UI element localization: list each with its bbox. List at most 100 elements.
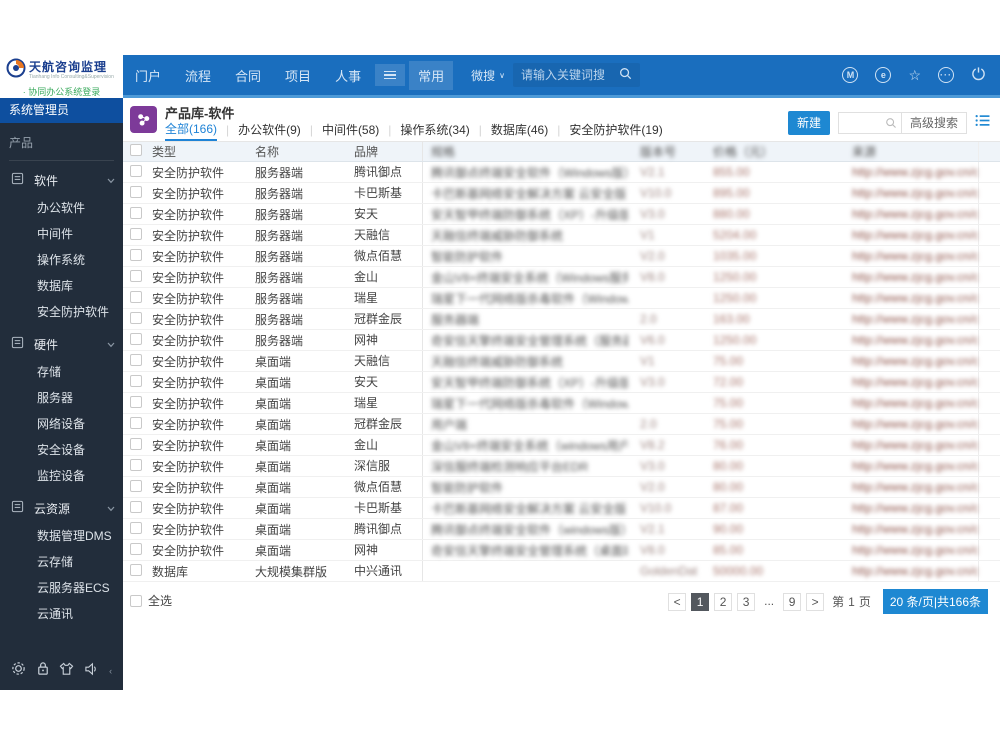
table-row[interactable]: 安全防护软件 服务器端 冠群金辰 服务器端 2.0 163.00 http://www.zj…: [123, 309, 1000, 330]
tab-全部(166)[interactable]: 全部(166): [165, 120, 218, 141]
page-size-summary[interactable]: 20 条/页|共166条: [882, 589, 988, 614]
table-row[interactable]: 安全防护软件 服务器端 腾讯御点 腾讯御点终端安全软件（Windows版） V2.1 85…: [123, 162, 1000, 183]
login-link[interactable]: · 协同办公系统登录: [0, 85, 123, 98]
table-row[interactable]: 安全防护软件 桌面端 安天 安天智甲终端防御系统（XP）-升级版 V3.0 72.00 ht…: [123, 372, 1000, 393]
row-checkbox[interactable]: [130, 374, 142, 387]
global-search[interactable]: [512, 63, 640, 87]
table-row[interactable]: 安全防护软件 服务器端 卡巴斯基卡巴斯基网络安全解决方案 云安全版（中国 V10.0 8…: [123, 183, 1000, 204]
cell-source[interactable]: http://www.zjcg.gov.cn/cjgg/: [848, 333, 978, 347]
table-row[interactable]: 数据库 大规模集群版 中兴通讯 GoldenData s... 50000.00 http…: [123, 561, 1000, 582]
row-checkbox[interactable]: [130, 332, 142, 345]
row-checkbox[interactable]: [130, 227, 142, 240]
column-header-规格[interactable]: 规格: [423, 143, 628, 160]
row-checkbox[interactable]: [130, 458, 142, 471]
sidebar-group-云资源[interactable]: 云资源: [0, 493, 123, 523]
column-header-来源[interactable]: 来源: [848, 143, 978, 160]
row-checkbox[interactable]: [130, 206, 142, 219]
table-row[interactable]: 安全防护软件 桌面端 金山金山V8+终端安全系统（windows用户版） V8.2 76…: [123, 435, 1000, 456]
row-checkbox[interactable]: [130, 500, 142, 513]
favorite-star-icon[interactable]: ☆: [908, 68, 921, 82]
column-header-类型[interactable]: 类型: [148, 143, 251, 160]
new-button[interactable]: 新建: [787, 111, 830, 135]
cell-source[interactable]: http://www.zjcg.gov.cn/cjgg/: [848, 417, 978, 431]
cell-source[interactable]: http://www.zjcg.gov.cn/cjgg/: [848, 312, 978, 326]
table-row[interactable]: 安全防护软件 桌面端 微点佰慧 智能防护软件 V2.0 80.00 http://www.z…: [123, 477, 1000, 498]
pagination-page-1[interactable]: 1: [691, 592, 710, 611]
table-row[interactable]: 安全防护软件 桌面端 瑞星瑞星下一代网络版杀毒软件（Windows桌面版） 75.00…: [123, 393, 1000, 414]
message-icon[interactable]: e: [875, 67, 892, 83]
table-row[interactable]: 安全防护软件 桌面端 网神 奇安信天擎终端安全管理系统（桌面端） V8.0 85.00 ht…: [123, 540, 1000, 561]
page-jump[interactable]: 第 1 页: [832, 593, 871, 610]
wesearch-dropdown[interactable]: 微搜 ∨: [471, 67, 505, 84]
lock-icon[interactable]: [36, 661, 50, 681]
cell-source[interactable]: http://www.zjcg.gov.cn/cjgg/: [848, 228, 978, 242]
sidebar-item-数据管理DMS[interactable]: 数据管理DMS: [0, 523, 123, 549]
cell-source[interactable]: http://www.zjcg.gov.cn/cjgg/: [848, 165, 978, 179]
sidebar-item-安全设备[interactable]: 安全设备: [0, 437, 123, 463]
column-header-价格（元）[interactable]: 价格（元）: [698, 143, 848, 160]
table-search-input[interactable]: [838, 113, 881, 133]
header-checkbox[interactable]: [130, 144, 142, 156]
power-icon[interactable]: [971, 66, 986, 84]
nav-item-active[interactable]: 常用: [409, 60, 454, 90]
cell-source[interactable]: http://www.zjcg.gov.cn/cjgg/: [848, 207, 978, 221]
advanced-search-button[interactable]: 高级搜索: [900, 113, 966, 133]
nav-menu-button[interactable]: [375, 63, 406, 87]
cell-source[interactable]: http://www.zjcg.gov.cn/cjgg/: [848, 375, 978, 389]
cell-source[interactable]: http://www.zjcg.gov.cn/cjgg/: [848, 186, 978, 200]
sidebar-item-网络设备[interactable]: 网络设备: [0, 411, 123, 437]
sidebar-group-硬件[interactable]: 硬件: [0, 329, 123, 359]
search-icon[interactable]: [619, 67, 632, 83]
row-checkbox[interactable]: [130, 563, 142, 576]
pagination-page-3[interactable]: 3: [737, 592, 756, 611]
row-checkbox[interactable]: [130, 479, 142, 492]
page-jump-value[interactable]: 1: [848, 595, 855, 609]
column-header-名称[interactable]: 名称: [251, 143, 350, 160]
cell-source[interactable]: http://www.zjcg.gov.cn/cjgg/: [848, 543, 978, 557]
sidebar-item-云服务器ECS[interactable]: 云服务器ECS: [0, 575, 123, 601]
row-checkbox[interactable]: [130, 311, 142, 324]
row-checkbox[interactable]: [130, 437, 142, 450]
pagination-prev-button[interactable]: <: [668, 592, 687, 611]
row-checkbox[interactable]: [130, 290, 142, 303]
cell-source[interactable]: http://www.zjcg.gov.cn/cjgg/: [848, 354, 978, 368]
row-checkbox[interactable]: [130, 395, 142, 408]
row-checkbox[interactable]: [130, 164, 142, 177]
nav-item-人事[interactable]: 人事: [335, 69, 361, 84]
table-row[interactable]: 安全防护软件 桌面端 天融信 天融信终端威胁防御系统 V1 75.00 http://www…: [123, 351, 1000, 372]
cell-source[interactable]: http://www.zjcg.gov.cn/cjgg/: [848, 438, 978, 452]
row-checkbox[interactable]: [130, 353, 142, 366]
sidebar-item-操作系统[interactable]: 操作系统: [0, 247, 123, 273]
cell-source[interactable]: http://www.zjcg.gov.cn/cjgg/: [848, 480, 978, 494]
row-checkbox[interactable]: [130, 269, 142, 282]
pagination-page-9[interactable]: 9: [783, 592, 802, 611]
pagination-page-2[interactable]: 2: [714, 592, 733, 611]
table-row[interactable]: 安全防护软件 服务器端 安天 安天智甲终端防御系统（XP）-升级版 V3.0 880.00…: [123, 204, 1000, 225]
global-search-input[interactable]: [520, 68, 613, 82]
table-row[interactable]: 安全防护软件 桌面端 腾讯御点腾讯御点终端安全软件（windows版）（维保） V2.…: [123, 519, 1000, 540]
tab-办公软件(9)[interactable]: 办公软件(9): [238, 121, 301, 140]
table-row[interactable]: 安全防护软件 服务器端 微点佰慧 智能防护软件 V2.0 1035.00 http://ww…: [123, 246, 1000, 267]
sidebar-item-办公软件[interactable]: 办公软件: [0, 195, 123, 221]
tab-安全防护软件(19)[interactable]: 安全防护软件(19): [569, 121, 662, 140]
collapse-chevron-icon[interactable]: ‹: [109, 666, 112, 676]
table-row[interactable]: 安全防护软件 桌面端 深信服 深信服终端检测响应平台EDR V3.0 80.00 http:…: [123, 456, 1000, 477]
row-checkbox[interactable]: [130, 185, 142, 198]
cell-source[interactable]: http://www.zjcg.gov.cn/cjgg/: [848, 396, 978, 410]
cell-source[interactable]: http://www.zjcg.gov.cn/cjgg/: [848, 459, 978, 473]
search-icon[interactable]: [881, 117, 901, 129]
sidebar-item-服务器[interactable]: 服务器: [0, 385, 123, 411]
nav-item-流程[interactable]: 流程: [185, 69, 211, 84]
table-row[interactable]: 安全防护软件 服务器端 瑞星瑞星下一代网络版杀毒软件（Windows版 服 1250.…: [123, 288, 1000, 309]
cell-source[interactable]: http://www.zjcg.gov.cn/cjgg/: [848, 249, 978, 263]
m-badge-icon[interactable]: M: [842, 67, 859, 83]
tab-操作系统(34)[interactable]: 操作系统(34): [400, 121, 469, 140]
column-header-品牌[interactable]: 品牌: [350, 142, 423, 161]
tab-中间件(58)[interactable]: 中间件(58): [322, 121, 379, 140]
theme-shirt-icon[interactable]: [59, 662, 74, 681]
cell-source[interactable]: http://www.zjcg.gov.cn/cjgg/: [848, 522, 978, 536]
cell-source[interactable]: http://www.zjcg.gov.cn/cjgg/: [848, 291, 978, 305]
sidebar-item-数据库[interactable]: 数据库: [0, 273, 123, 299]
sound-speaker-icon[interactable]: [84, 662, 99, 681]
sidebar-item-中间件[interactable]: 中间件: [0, 221, 123, 247]
